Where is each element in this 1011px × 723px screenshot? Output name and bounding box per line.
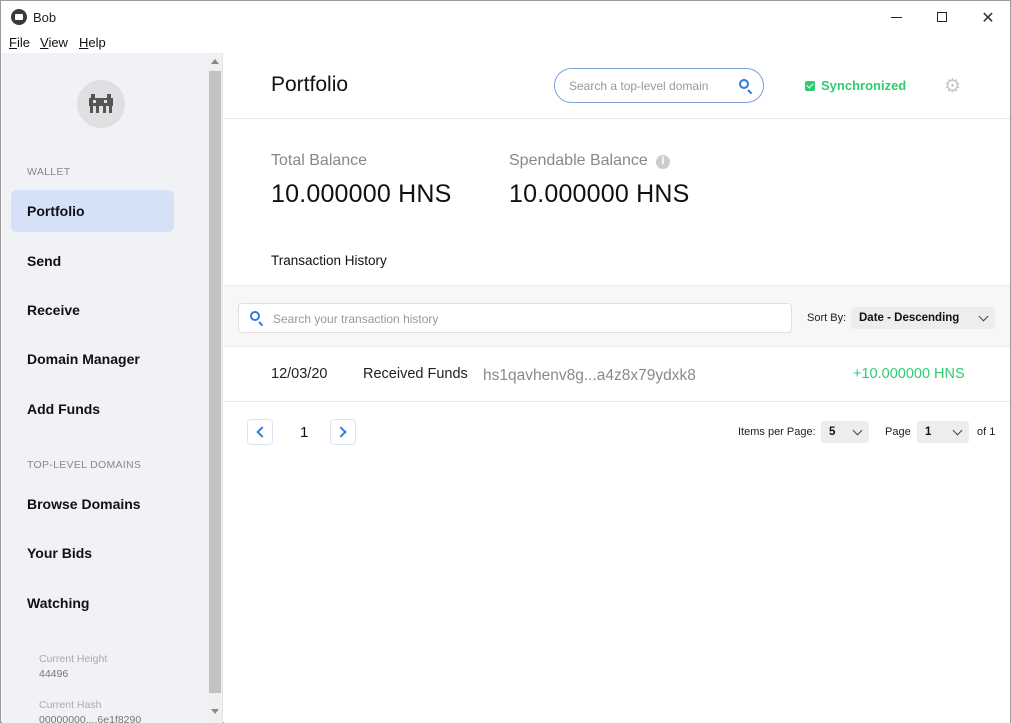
sidebar-item-browse-domains[interactable]: Browse Domains <box>11 483 174 525</box>
table-row[interactable]: 12/03/20 Received Funds hs1qavhenv8g...a… <box>224 348 1010 402</box>
sidebar-item-domain-manager[interactable]: Domain Manager <box>11 338 174 380</box>
sidebar: WALLET Portfolio Send Receive Domain Man… <box>2 53 223 723</box>
scroll-thumb[interactable] <box>209 71 221 693</box>
maximize-button[interactable] <box>919 1 965 33</box>
total-balance-value: 10.000000 HNS <box>271 180 452 208</box>
close-button[interactable]: ✕ <box>965 1 1011 33</box>
sort-by-label: Sort By: <box>807 312 847 324</box>
transaction-search-box[interactable] <box>238 303 792 333</box>
tx-type: Received Funds <box>363 366 468 382</box>
chevron-right-icon <box>335 426 347 438</box>
chevron-left-icon <box>256 426 268 438</box>
sync-status-text: Synchronized <box>821 78 907 93</box>
transaction-search-input[interactable] <box>273 311 773 327</box>
transaction-history-heading: Transaction History <box>271 253 387 268</box>
page-count-label: of 1 <box>977 426 996 438</box>
search-icon[interactable] <box>739 79 753 95</box>
app-logo-icon <box>11 9 27 25</box>
tx-date: 12/03/20 <box>271 366 328 382</box>
current-page-number: 1 <box>300 424 309 441</box>
tld-search-input[interactable] <box>569 77 729 95</box>
scroll-down-icon[interactable] <box>211 709 219 714</box>
minimize-icon <box>890 16 902 18</box>
current-height-label: Current Height <box>39 653 108 665</box>
menu-bar: File View Help <box>1 33 1010 53</box>
sidebar-item-portfolio[interactable]: Portfolio <box>11 190 174 232</box>
chevron-down-icon <box>852 425 863 436</box>
sidebar-scrollbar[interactable] <box>207 53 222 723</box>
page-select[interactable]: 1 <box>917 421 969 443</box>
items-per-page-select[interactable]: 5 <box>821 421 869 443</box>
transaction-filter-bar: Sort By: Date - Descending <box>224 285 1010 347</box>
info-icon[interactable]: i <box>655 155 670 169</box>
search-icon <box>250 311 264 327</box>
minimize-button[interactable] <box>873 1 919 33</box>
total-balance-label: Total Balance <box>271 152 368 169</box>
spendable-balance-value: 10.000000 HNS <box>509 180 690 208</box>
main-content: Portfolio Synchronized ⚙ Total Balance 1… <box>224 53 1010 723</box>
title-bar: Bob ✕ <box>1 1 1010 33</box>
bob-logo-icon <box>89 94 113 114</box>
app-window: Bob ✕ File View Help WALLET Portfolio Se… <box>0 0 1011 723</box>
menu-view[interactable]: View <box>40 35 68 50</box>
window-title: Bob <box>33 10 57 25</box>
spendable-balance-label: Spendable Balance i <box>509 152 670 170</box>
items-per-page-label: Items per Page: <box>738 426 816 438</box>
menu-file[interactable]: File <box>9 35 30 50</box>
settings-gear-icon[interactable]: ⚙ <box>944 77 962 96</box>
check-icon <box>805 80 815 91</box>
tx-address: hs1qavhenv8g...a4z8x79ydxk8 <box>483 367 696 384</box>
wallet-section-label: WALLET <box>27 166 71 178</box>
page-header: Portfolio Synchronized ⚙ <box>224 53 1010 119</box>
chevron-down-icon <box>952 425 963 436</box>
current-hash-label: Current Hash <box>39 699 102 711</box>
tld-section-label: TOP-LEVEL DOMAINS <box>27 459 142 471</box>
previous-page-button[interactable] <box>247 419 273 445</box>
sync-status: Synchronized <box>805 78 906 93</box>
current-height-value: 44496 <box>39 668 69 680</box>
sort-select[interactable]: Date - Descending <box>851 307 995 329</box>
tx-amount: +10.000000 HNS <box>853 366 965 382</box>
menu-help[interactable]: Help <box>79 35 106 50</box>
sidebar-item-send[interactable]: Send <box>11 240 174 282</box>
page-label: Page <box>885 426 911 438</box>
sidebar-item-watching[interactable]: Watching <box>11 582 174 624</box>
chevron-down-icon <box>978 311 989 322</box>
sidebar-item-receive[interactable]: Receive <box>11 289 174 331</box>
scroll-up-icon[interactable] <box>211 59 219 64</box>
close-icon: ✕ <box>981 7 995 27</box>
sidebar-item-your-bids[interactable]: Your Bids <box>11 532 174 574</box>
sidebar-item-add-funds[interactable]: Add Funds <box>11 388 174 430</box>
page-title: Portfolio <box>271 73 349 96</box>
tld-search-box[interactable] <box>554 68 764 103</box>
next-page-button[interactable] <box>330 419 356 445</box>
current-hash-value: 00000000....6e1f8290 <box>39 714 142 723</box>
maximize-icon <box>937 12 947 22</box>
wallet-avatar <box>77 80 125 128</box>
